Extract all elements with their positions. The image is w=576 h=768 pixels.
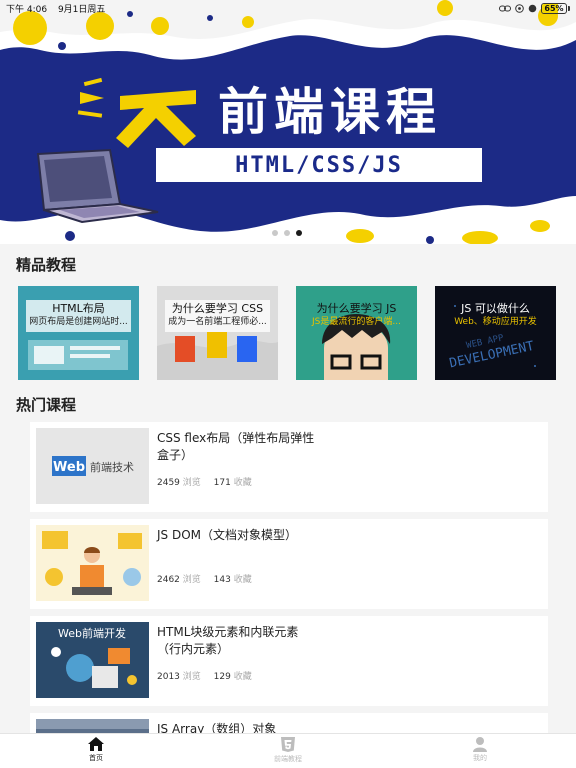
tab-label: 我的 [473, 754, 487, 762]
favs-label: 收藏 [233, 478, 252, 488]
battery-label: 65% [544, 3, 564, 13]
course-thumb-logo: Web前端开发 [58, 626, 126, 640]
tab-profile[interactable]: 我的 [450, 736, 510, 763]
status-time: 下午 4:06 [6, 4, 48, 15]
tab-home[interactable]: 首页 [66, 736, 126, 763]
course-thumbnail: Web 前端技术 [36, 428, 149, 504]
course-list-item[interactable]: Web 前端技术 CSS flex布局（弹性布局弹性盒子） 2459 浏览 17… [30, 422, 548, 512]
course-thumb-logo: Web [53, 460, 85, 475]
course-list-item[interactable]: JS DOM（文档对象模型） 2462 浏览 143 收藏 [30, 519, 548, 609]
course-title: CSS flex布局（弹性布局弹性盒子） [157, 431, 315, 462]
featured-title: 为什么要学习 CSS [171, 302, 264, 315]
app-page: 前端课程 HTML/CSS/JS 下午 4:06 9月1日周五 65% 精品教程… [0, 0, 576, 768]
course-stats: 2462 浏览 143 收藏 [157, 572, 262, 585]
featured-card[interactable]: DEVELOPMENT WEB APP JS 可以做什么 Web、移动应用开发 [435, 286, 556, 380]
banner-subtitle-box: HTML/CSS/JS [156, 148, 482, 182]
home-icon [88, 737, 104, 751]
featured-desc: JS是最流行的客户端... [312, 317, 401, 327]
course-title: HTML块级元素和内联元素（行内元素） [157, 625, 299, 656]
featured-card[interactable]: 为什么要学习 CSS 成为一名前端工程师必... [157, 286, 278, 380]
course-stats: 2013 浏览 129 收藏 [157, 669, 262, 682]
featured-list: HTML布局 网页布局是创建网站时... 为什么要学习 CSS 成为一名前端工程… [18, 286, 558, 380]
course-favs: 171 [213, 478, 231, 488]
course-thumbnail [36, 525, 149, 601]
course-views: 2459 [157, 478, 180, 488]
course-thumbnail: Web前端开发 [36, 622, 149, 698]
featured-desc: Web、移动应用开发 [454, 317, 537, 327]
views-label: 浏览 [182, 478, 201, 488]
banner-carousel[interactable]: 前端课程 HTML/CSS/JS [0, 0, 576, 244]
bottom-tab-bar: 首页 前端教程 我的 [0, 733, 576, 768]
carousel-indicator [272, 230, 302, 236]
featured-title: JS 可以做什么 [461, 302, 530, 315]
carousel-dot[interactable] [284, 230, 290, 236]
status-bar: 下午 4:06 9月1日周五 65% [0, 0, 576, 16]
html5-icon [281, 737, 295, 752]
course-list-item[interactable]: Web前端开发 HTML块级元素和内联元素（行内元素） 2013 浏览 129 … [30, 616, 548, 706]
featured-card[interactable]: HTML布局 网页布局是创建网站时... [18, 286, 139, 380]
tab-tutorials[interactable]: 前端教程 [258, 736, 318, 764]
course-title: JS DOM（文档对象模型） [157, 528, 298, 542]
alarm-icon [528, 4, 537, 12]
course-favs: 129 [213, 672, 231, 682]
carousel-dot-active[interactable] [296, 230, 302, 236]
featured-section-title: 精品教程 [16, 256, 77, 274]
course-favs: 143 [213, 575, 231, 585]
banner-title: 前端课程 [218, 83, 442, 141]
featured-title: HTML布局 [52, 302, 105, 315]
user-icon [473, 737, 487, 752]
tab-label: 前端教程 [274, 755, 302, 763]
link-icon [499, 5, 511, 11]
featured-card[interactable]: 为什么要学习 JS JS是最流行的客户端... [296, 286, 417, 380]
favs-label: 收藏 [233, 672, 252, 682]
location-icon [515, 3, 524, 13]
course-thumb-caption: 前端技术 [90, 460, 134, 474]
featured-title: 为什么要学习 JS [316, 302, 397, 315]
banner-subtitle: HTML/CSS/JS [235, 152, 403, 178]
course-views: 2013 [157, 672, 180, 682]
tab-label: 首页 [89, 754, 103, 762]
course-stats: 2459 浏览 171 收藏 [157, 475, 262, 488]
featured-desc: 网页布局是创建网站时... [29, 317, 128, 327]
battery-indicator: 65% [541, 2, 570, 14]
views-label: 浏览 [182, 672, 201, 682]
course-views: 2462 [157, 575, 180, 585]
featured-desc: 成为一名前端工程师必... [168, 317, 267, 327]
carousel-dot[interactable] [272, 230, 278, 236]
hot-section-title: 热门课程 [16, 396, 77, 414]
status-date: 9月1日周五 [57, 4, 106, 15]
views-label: 浏览 [182, 575, 201, 585]
favs-label: 收藏 [233, 575, 252, 585]
